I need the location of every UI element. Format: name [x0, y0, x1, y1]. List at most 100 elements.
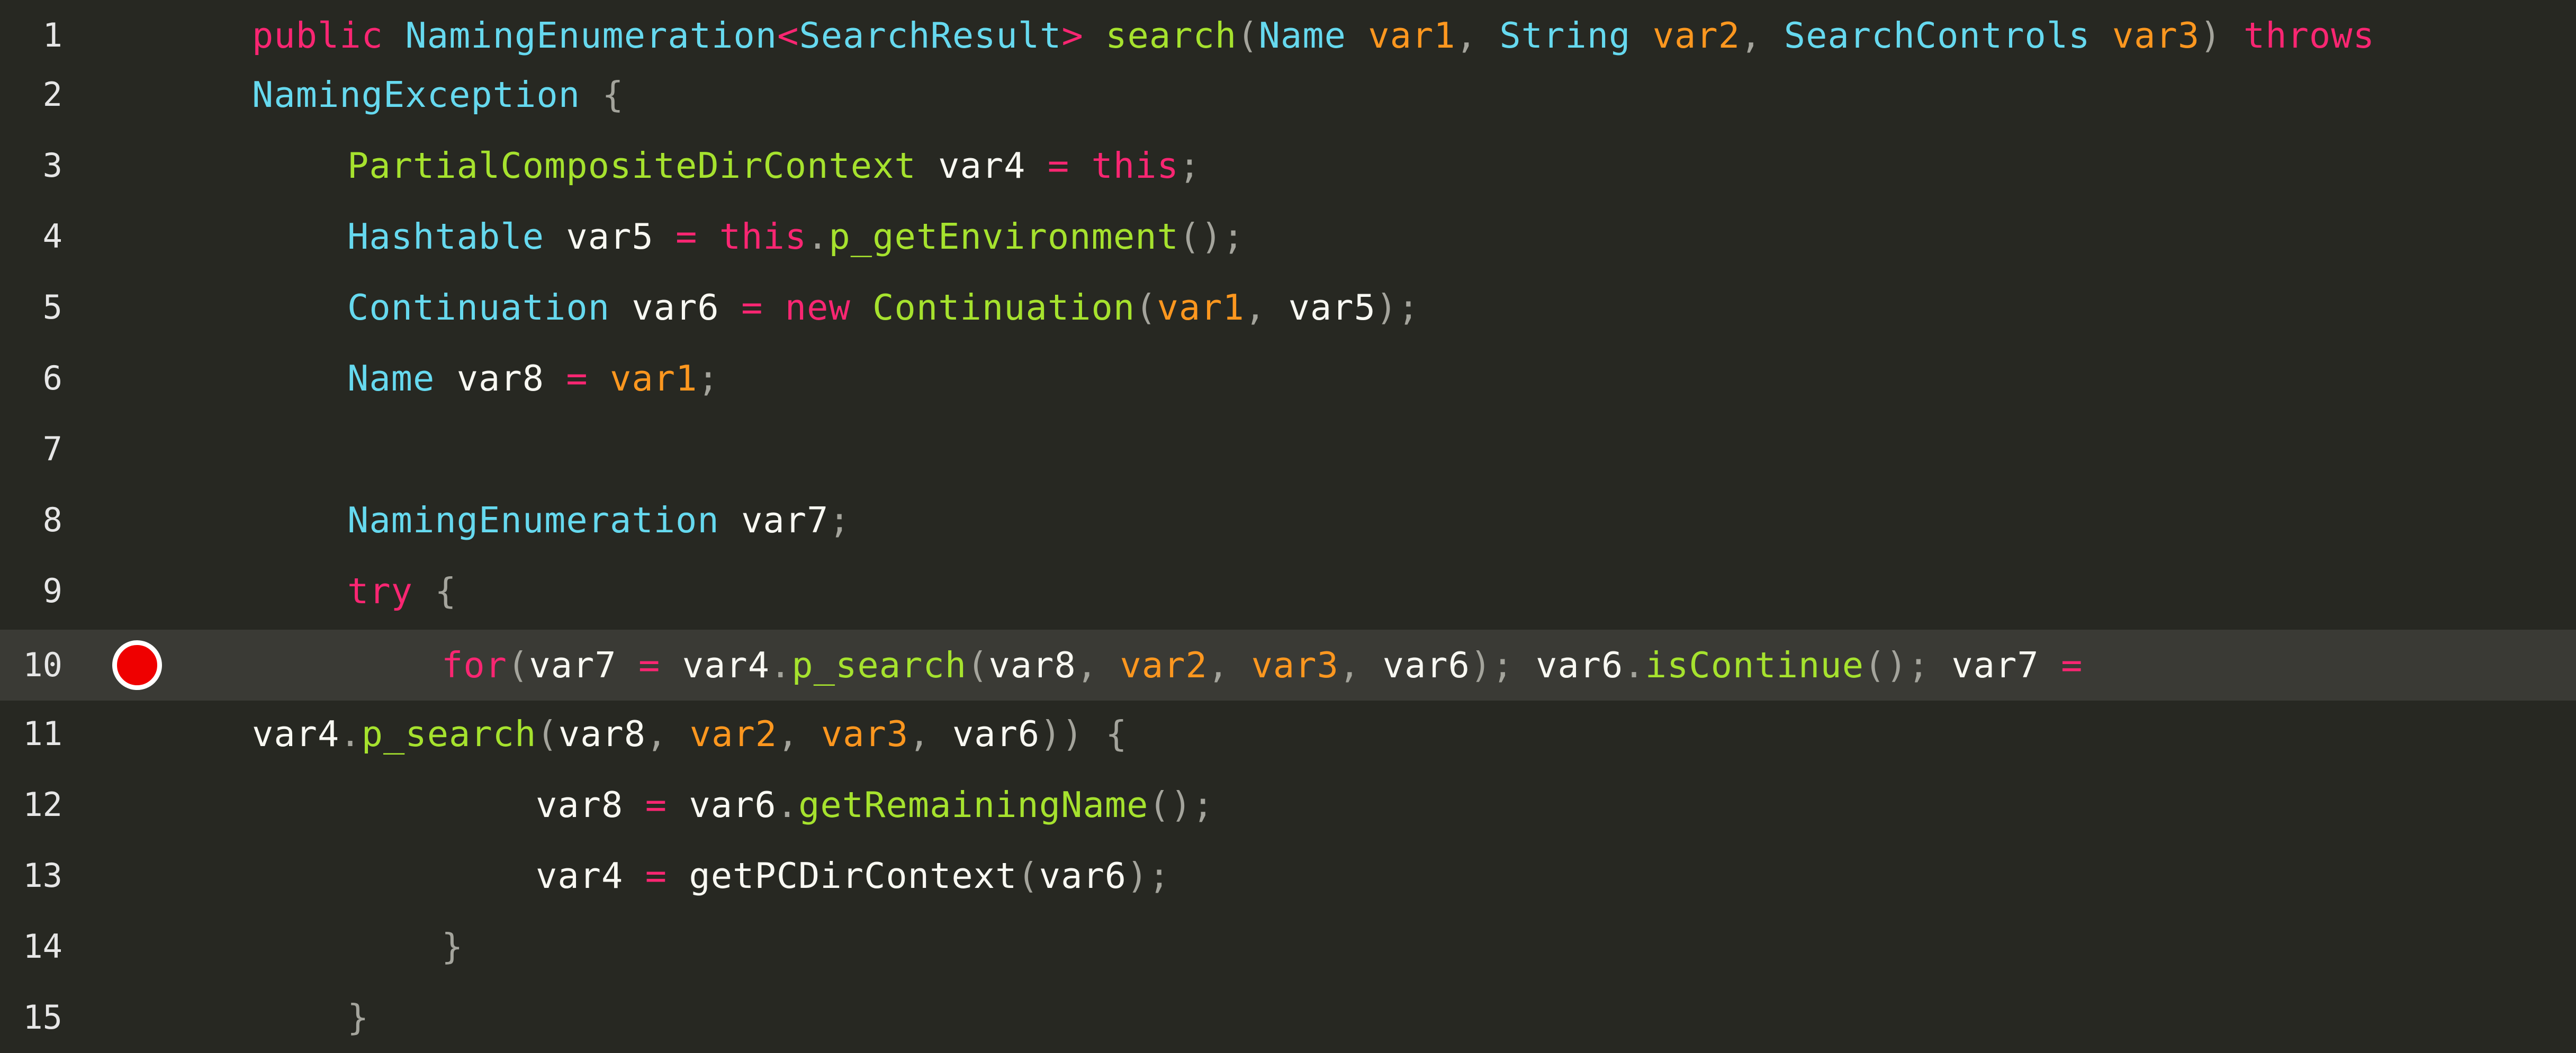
- current-code-line[interactable]: 10 for(var7 = var4.p_search(var8, var2, …: [0, 630, 2576, 701]
- code-token: (: [507, 644, 529, 686]
- code-token: ,: [777, 713, 821, 755]
- code-token: var2: [1120, 644, 1208, 686]
- code-token: p_getEnvironment: [828, 216, 1179, 257]
- code-token: getRemainingName: [798, 784, 1149, 825]
- code-token: var7: [529, 644, 639, 686]
- code-token: var8: [435, 358, 566, 399]
- code-text[interactable]: NamingException {: [252, 59, 624, 130]
- code-token: ;: [697, 358, 719, 399]
- code-token: SearchControls: [1784, 15, 2091, 56]
- code-token: try: [347, 570, 413, 612]
- code-token: Hashtable: [347, 216, 545, 257]
- code-text[interactable]: var8 = var6.getRemainingName();: [536, 769, 1214, 840]
- code-line[interactable]: 12 var8 = var6.getRemainingName();: [0, 769, 2576, 840]
- code-editor[interactable]: 1 public NamingEnumeration<SearchResult>…: [0, 0, 2576, 1038]
- code-token: var4: [660, 644, 770, 686]
- code-token: (: [1135, 287, 1157, 328]
- code-line[interactable]: 4 Hashtable var5 = this.p_getEnvironment…: [0, 201, 2576, 272]
- code-token: .: [339, 713, 362, 755]
- line-number: 10: [23, 646, 62, 684]
- code-token: var5: [544, 216, 676, 257]
- line-number: 13: [23, 856, 62, 895]
- line-number: 7: [42, 430, 62, 468]
- code-line[interactable]: 11 var4.p_search(var8, var2, var3, var6)…: [0, 698, 2576, 769]
- code-token: Name: [347, 358, 435, 399]
- code-token: new: [785, 287, 851, 328]
- code-token: NamingEnumeration: [347, 500, 719, 541]
- code-token: var4: [916, 145, 1048, 186]
- code-token: {: [580, 74, 624, 115]
- code-token: isContinue: [1645, 644, 1865, 686]
- code-text[interactable]: Continuation var6 = new Continuation(var…: [347, 272, 1420, 343]
- code-token: var6: [1039, 855, 1127, 896]
- code-token: ): [2200, 15, 2244, 56]
- code-token: var8: [988, 644, 1076, 686]
- code-token: (: [1237, 15, 1259, 56]
- code-line[interactable]: 9 try {: [0, 556, 2576, 627]
- code-token: ();: [1148, 784, 1214, 825]
- code-line[interactable]: 14 }: [0, 911, 2576, 982]
- code-token: var7: [719, 500, 829, 541]
- code-token: );: [1470, 644, 1536, 686]
- code-text[interactable]: Name var8 = var1;: [347, 343, 719, 414]
- code-token: String: [1499, 15, 1631, 56]
- code-token: =: [645, 784, 668, 825]
- code-text[interactable]: PartialCompositeDirContext var4 = this;: [347, 130, 1201, 201]
- code-token: {: [413, 570, 457, 612]
- code-token: ,: [1207, 644, 1251, 686]
- line-number: 2: [42, 75, 62, 114]
- code-token: public: [252, 15, 384, 56]
- code-token: ,: [1244, 287, 1289, 328]
- line-number: 3: [42, 146, 62, 185]
- code-token: NamingException: [252, 74, 581, 115]
- code-token: ,: [1076, 644, 1120, 686]
- code-line[interactable]: 15 }: [0, 982, 2576, 1053]
- code-token: .: [1623, 644, 1645, 686]
- code-text[interactable]: }: [442, 911, 463, 982]
- code-token: ,: [1740, 15, 1784, 56]
- code-text[interactable]: var4.p_search(var8, var2, var3, var6)) {: [252, 698, 1128, 769]
- code-token: (: [967, 644, 989, 686]
- code-text[interactable]: try {: [347, 556, 457, 627]
- code-line[interactable]: 3 PartialCompositeDirContext var4 = this…: [0, 130, 2576, 201]
- code-text[interactable]: var4 = getPCDirContext(var6);: [536, 840, 1170, 911]
- code-line[interactable]: 13 var4 = getPCDirContext(var6);: [0, 840, 2576, 911]
- code-text[interactable]: }: [347, 982, 369, 1053]
- line-number: 4: [42, 217, 62, 256]
- code-token: var7: [1951, 644, 2061, 686]
- code-line[interactable]: 8 NamingEnumeration var7;: [0, 485, 2576, 556]
- code-token: var8: [558, 713, 646, 755]
- code-text[interactable]: Hashtable var5 = this.p_getEnvironment()…: [347, 201, 1245, 272]
- code-token: var2: [689, 713, 778, 755]
- code-token: );: [1375, 287, 1420, 328]
- line-number: 14: [23, 927, 62, 966]
- code-text[interactable]: for(var7 = var4.p_search(var8, var2, var…: [442, 630, 2083, 701]
- code-token: var8: [536, 784, 645, 825]
- code-line[interactable]: 2 NamingException {: [0, 59, 2576, 130]
- code-token: PartialCompositeDirContext: [347, 145, 916, 186]
- code-token: for: [442, 644, 508, 686]
- code-token: this: [719, 216, 807, 257]
- code-token: (: [536, 713, 559, 755]
- code-token: }: [442, 926, 464, 967]
- line-number: 8: [42, 501, 62, 539]
- code-line[interactable]: 6 Name var8 = var1;: [0, 343, 2576, 414]
- code-token: throws: [2243, 15, 2375, 56]
- code-line[interactable]: 7: [0, 414, 2576, 485]
- code-token: ;: [828, 500, 851, 541]
- code-token: (: [1017, 855, 1039, 896]
- code-token: var5: [1288, 287, 1376, 328]
- code-token: Continuation: [872, 287, 1136, 328]
- breakpoint-icon[interactable]: [112, 640, 162, 690]
- code-token: ,: [908, 713, 952, 755]
- code-line[interactable]: 5 Continuation var6 = new Continuation(v…: [0, 272, 2576, 343]
- code-text[interactable]: NamingEnumeration var7;: [347, 485, 851, 556]
- line-number: 5: [42, 288, 62, 326]
